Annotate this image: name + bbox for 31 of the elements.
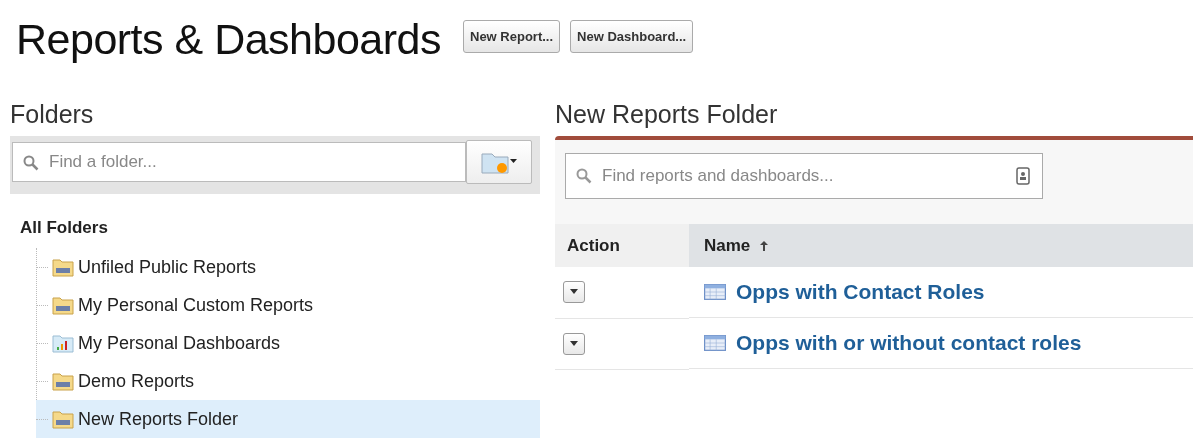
report-link[interactable]: Opps with Contact Roles xyxy=(736,280,985,304)
column-header[interactable]: Name xyxy=(704,235,751,255)
new-button[interactable]: New Report... xyxy=(463,19,561,53)
column-header[interactable]: Action xyxy=(567,235,620,255)
report-folder-icon xyxy=(52,409,74,429)
folder-item[interactable]: Unfiled Public Reports xyxy=(36,248,540,286)
search-icon xyxy=(576,168,592,184)
report-folder-icon xyxy=(52,257,74,277)
row-action-menu[interactable] xyxy=(563,281,585,304)
report-search-field[interactable]: Find reports and dashboards... xyxy=(565,153,1043,199)
all-folders-label: All Folders xyxy=(20,218,109,238)
caret-icon xyxy=(570,289,578,296)
table-report-icon xyxy=(704,335,726,351)
report-link[interactable]: Opps with or without contact roles xyxy=(736,331,1082,355)
folder-heading: New Reports Folder xyxy=(555,100,779,130)
folder-item[interactable]: Demo Reports xyxy=(36,362,540,400)
search-icon xyxy=(23,155,39,171)
contact-card-icon[interactable] xyxy=(1016,167,1030,185)
report-folder-icon xyxy=(52,295,74,315)
folder-item[interactable]: New Reports Folder xyxy=(36,400,540,438)
row-action-menu[interactable] xyxy=(563,332,585,355)
folders-heading: Folders xyxy=(10,100,95,130)
folder-search-field[interactable]: Find a folder... xyxy=(12,142,466,182)
folder-item[interactable]: My Personal Custom Reports xyxy=(36,286,540,324)
page-title: Reports & Dashboards xyxy=(16,14,441,64)
folder-item[interactable]: My Personal Dashboards xyxy=(36,324,540,362)
caret-icon xyxy=(570,340,578,347)
report-folder-icon xyxy=(52,371,74,391)
dashboard-folder-icon xyxy=(52,333,74,353)
table-report-icon xyxy=(704,284,726,300)
new-button[interactable]: New Dashboard... xyxy=(570,19,694,53)
